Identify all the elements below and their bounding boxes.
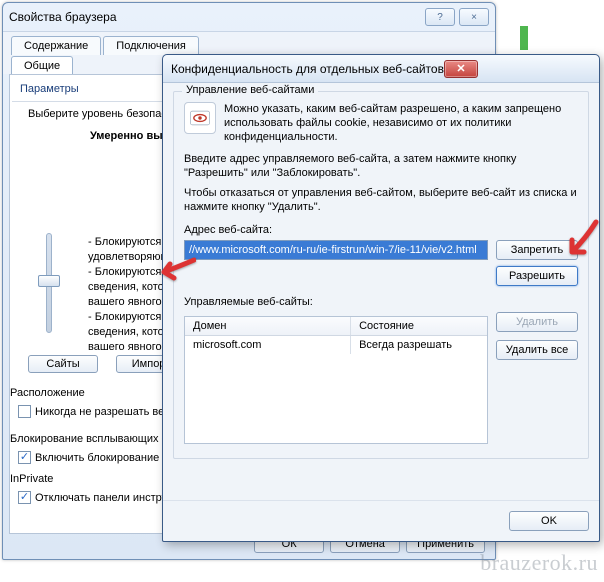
table-row[interactable]: microsoft.com Всегда разрешать [185, 336, 487, 354]
remove-button[interactable]: Удалить [496, 312, 578, 332]
watermark: brauzerok.ru [480, 550, 598, 576]
tab-general[interactable]: Общие [11, 56, 73, 75]
tab-connections[interactable]: Подключения [103, 36, 199, 55]
green-decoration [520, 26, 528, 50]
manage-sites-group: Управление веб-сайтами Можно указать, ка… [173, 91, 589, 459]
dialog-titlebar: Конфиденциальность для отдельных веб-сай… [163, 55, 599, 83]
address-input[interactable]: //www.microsoft.com/ru-ru/ie-firstrun/wi… [184, 240, 488, 260]
group-title: Управление веб-сайтами [182, 84, 318, 96]
tab-content[interactable]: Содержание [11, 36, 101, 55]
managed-label: Управляемые веб-сайты: [184, 296, 578, 308]
location-checkbox[interactable] [18, 405, 31, 418]
col-state[interactable]: Состояние [351, 317, 487, 335]
inprivate-checkbox[interactable] [18, 491, 31, 504]
main-title: Свойства браузера [9, 10, 117, 24]
remove-all-button[interactable]: Удалить все [496, 340, 578, 360]
sites-button[interactable]: Сайты [28, 355, 98, 373]
dialog-ok-button[interactable]: OK [509, 511, 589, 531]
help-button[interactable]: ? [425, 8, 455, 26]
dialog-title: Конфиденциальность для отдельных веб-сай… [171, 62, 444, 76]
info-text: Можно указать, каким веб-сайтам разрешен… [224, 102, 578, 144]
cell-domain: microsoft.com [185, 336, 351, 354]
close-icon: ✕ [456, 62, 465, 75]
hint-2: Чтобы отказаться от управления веб-сайто… [184, 186, 578, 214]
close-main-button[interactable]: × [459, 8, 489, 26]
per-site-privacy-dialog: Конфиденциальность для отдельных веб-сай… [162, 54, 600, 542]
privacy-eye-icon [184, 102, 216, 134]
col-domain[interactable]: Домен [185, 317, 351, 335]
dialog-close-button[interactable]: ✕ [444, 60, 478, 78]
privacy-slider-thumb[interactable] [38, 275, 60, 287]
tab-row-1: Содержание Подключения [3, 31, 495, 55]
popup-label: Блокирование всплывающих окон [10, 433, 185, 445]
cell-state: Всегда разрешать [351, 336, 487, 354]
main-titlebar: Свойства браузера ? × [3, 3, 495, 31]
inprivate-label: InPrivate [10, 473, 53, 485]
block-button[interactable]: Запретить [496, 240, 578, 260]
table-header: Домен Состояние [185, 317, 487, 336]
managed-sites-table[interactable]: Домен Состояние microsoft.com Всегда раз… [184, 316, 488, 444]
location-label: Расположение [10, 387, 85, 399]
hint-1: Введите адрес управляемого веб-сайта, а … [184, 152, 578, 180]
popup-checkbox[interactable] [18, 451, 31, 464]
allow-button[interactable]: Разрешить [496, 266, 578, 286]
address-label: Адрес веб-сайта: [184, 224, 578, 236]
